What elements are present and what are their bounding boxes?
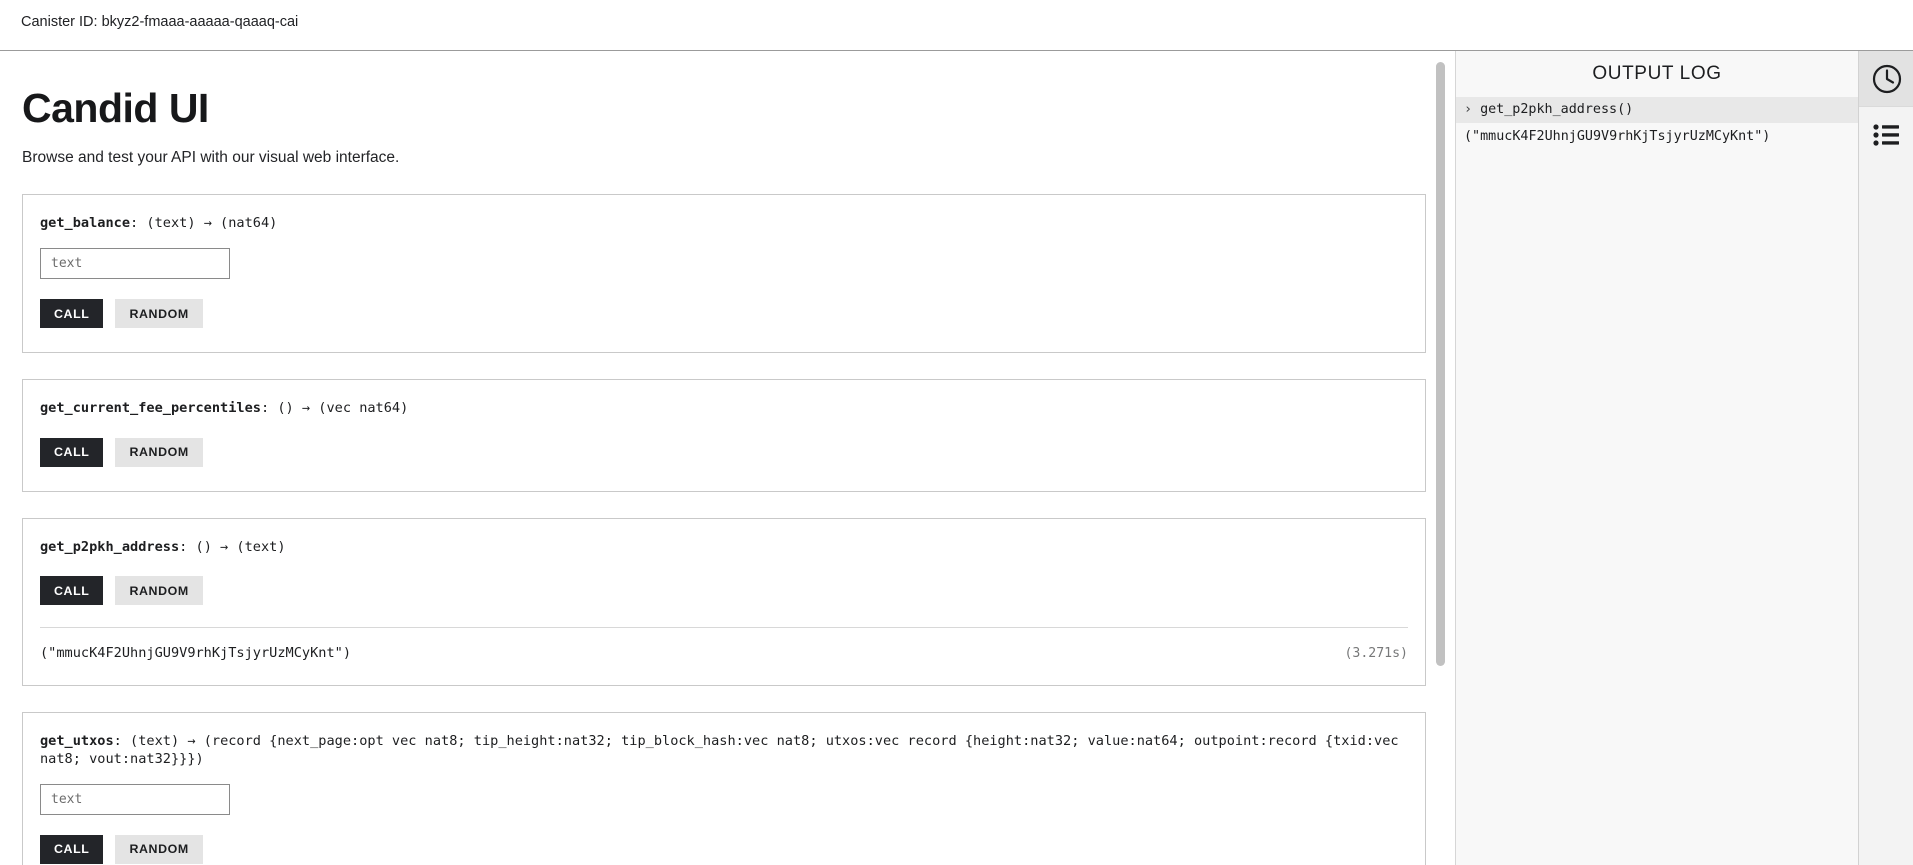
result-duration: (3.271s)	[1344, 646, 1408, 662]
main-content-column: Candid UI Browse and test your API with …	[0, 51, 1448, 865]
call-button[interactable]: CALL	[40, 576, 104, 606]
output-log-title: OUTPUT LOG	[1456, 51, 1858, 97]
input-placeholder: text	[51, 256, 83, 272]
method-signature-types: : (text) → (nat64)	[130, 215, 278, 231]
method-name: get_utxos	[40, 733, 114, 750]
canister-bar: Canister ID: bkyz2-fmaaa-aaaaa-qaaaq-cai	[0, 0, 1913, 51]
call-button[interactable]: CALL	[40, 437, 104, 467]
main-scrollbar-thumb[interactable]	[1436, 62, 1445, 666]
right-icon-rail	[1858, 51, 1913, 865]
result-value: ("mmucK4F2UhnjGU9V9rhKjTsjyrUzMCyKnt")	[40, 645, 351, 662]
method-card-get-current-fee-percentiles: get_current_fee_percentiles: () → (vec n…	[22, 379, 1426, 492]
call-button[interactable]: CALL	[40, 834, 104, 864]
method-signature: get_p2pkh_address: () → (text)	[40, 539, 1408, 556]
chevron-right-icon: ›	[1464, 102, 1473, 117]
method-result-row: ("mmucK4F2UhnjGU9V9rhKjTsjyrUzMCyKnt") (…	[40, 645, 1408, 661]
method-signature-types: : () → (text)	[179, 538, 286, 555]
argument-input-text[interactable]: text	[40, 248, 230, 280]
page-title: Candid UI	[22, 85, 209, 131]
rail-button-history[interactable]	[1859, 51, 1913, 106]
method-name: get_balance	[40, 215, 131, 231]
call-button[interactable]: CALL	[40, 299, 104, 329]
log-entry-header[interactable]: › get_p2pkh_address()	[1456, 97, 1858, 123]
method-button-row: CALL RANDOM	[40, 576, 1408, 606]
log-entry-result: ("mmucK4F2UhnjGU9V9rhKjTsjyrUzMCyKnt")	[1464, 129, 1771, 144]
method-signature: get_balance: (text) → (nat64)	[40, 215, 1408, 232]
candid-ui-page: Canister ID: bkyz2-fmaaa-aaaaa-qaaaq-cai…	[0, 0, 1913, 865]
method-signature: get_current_fee_percentiles: () → (vec n…	[40, 400, 1408, 417]
list-icon	[1872, 122, 1902, 148]
main-content-inner: Candid UI Browse and test your API with …	[0, 85, 1448, 865]
method-signature: get_utxos: (text) → (record {next_page:o…	[40, 733, 1408, 768]
random-button[interactable]: RANDOM	[115, 576, 203, 606]
rail-button-methods[interactable]	[1859, 107, 1913, 162]
input-placeholder: text	[51, 791, 83, 807]
method-signature-types: : () → (vec nat64)	[260, 400, 409, 417]
log-entry-call: get_p2pkh_address()	[1480, 102, 1634, 117]
method-card-get-balance: get_balance: (text) → (nat64) text CALL …	[22, 194, 1426, 354]
method-button-row: CALL RANDOM	[40, 834, 1408, 864]
method-card-get-p2pkh-address: get_p2pkh_address: () → (text) CALL RAND…	[22, 517, 1426, 687]
clock-icon	[1871, 63, 1903, 95]
method-name: get_p2pkh_address	[40, 538, 180, 555]
random-button[interactable]: RANDOM	[115, 834, 203, 864]
method-name: get_current_fee_percentiles	[40, 400, 261, 417]
page-subtitle: Browse and test your API with our visual…	[22, 149, 400, 166]
random-button[interactable]: RANDOM	[115, 299, 203, 329]
random-button[interactable]: RANDOM	[115, 437, 203, 467]
result-divider	[40, 627, 1408, 629]
method-card-get-utxos: get_utxos: (text) → (record {next_page:o…	[22, 712, 1426, 865]
body-area: Candid UI Browse and test your API with …	[0, 51, 1913, 865]
method-button-row: CALL RANDOM	[40, 437, 1408, 467]
method-signature-types: : (text) → (record {next_page:opt vec na…	[40, 733, 1399, 767]
output-log-panel: OUTPUT LOG › get_p2pkh_address() ("mmucK…	[1455, 51, 1858, 865]
argument-input-text[interactable]: text	[40, 783, 230, 815]
canister-id-label: Canister ID: bkyz2-fmaaa-aaaaa-qaaaq-cai	[21, 14, 299, 30]
method-button-row: CALL RANDOM	[40, 299, 1408, 329]
